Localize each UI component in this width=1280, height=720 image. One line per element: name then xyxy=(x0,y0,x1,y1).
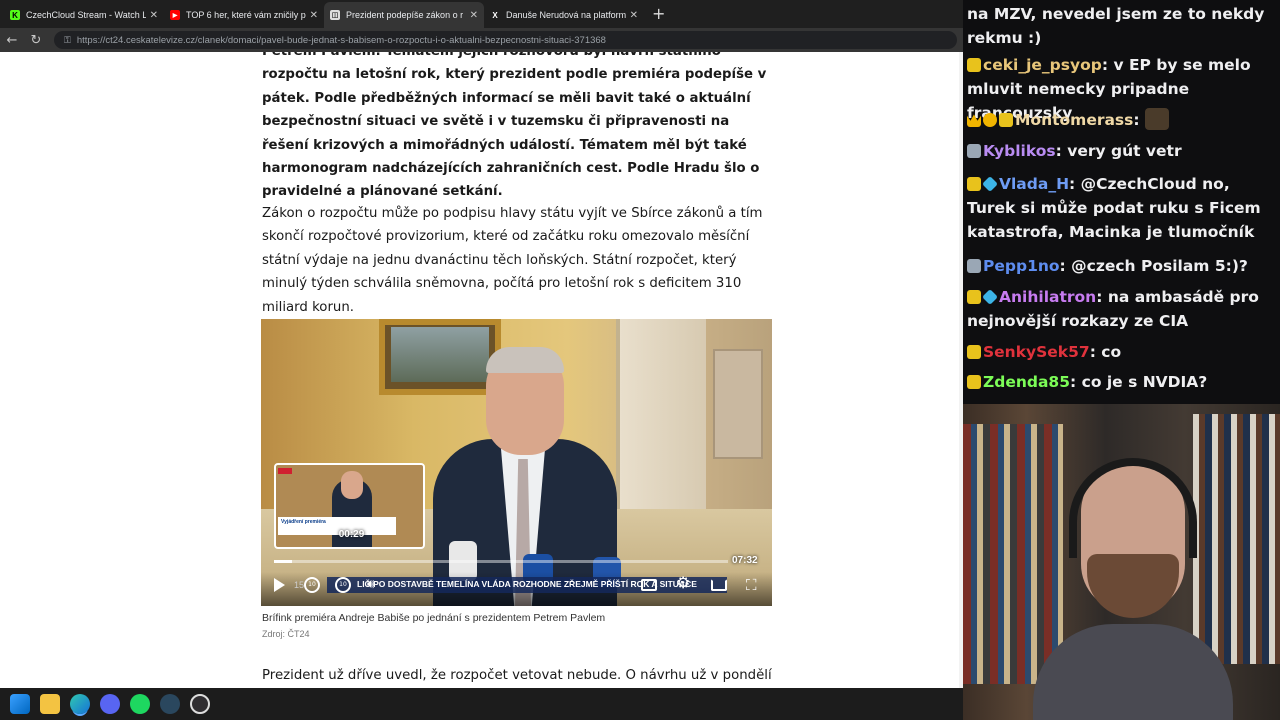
chat-text: co xyxy=(1101,343,1122,361)
tab-title: Prezident podepíše zákon o r xyxy=(346,10,464,20)
progress-fill xyxy=(274,560,292,563)
chat-username[interactable]: Vlada_H xyxy=(999,175,1069,193)
ticker-text: LIČ PO DOSTAVBĚ TEMELÍNA VLÁDA ROZHODNE … xyxy=(357,579,727,589)
tab-title: Danuše Nerudová na platformě X: xyxy=(506,10,626,20)
video-caption: Brífink premiéra Andreje Babiše po jedná… xyxy=(262,612,606,624)
close-tab-icon[interactable]: ✕ xyxy=(470,10,478,21)
rewind-icon[interactable]: 10 xyxy=(304,577,320,593)
volume-icon[interactable]: 🔊︎ xyxy=(367,577,375,593)
chat-message: Zdenda85: co je s NVDIA? xyxy=(967,370,1272,394)
x-icon: X xyxy=(492,10,498,20)
chat-username[interactable]: Anihilatron xyxy=(999,288,1096,306)
subscriber-badge-icon xyxy=(967,345,981,359)
chat-message: na MZV, nevedel jsem ze to nekdy rekmu :… xyxy=(967,2,1272,50)
new-tab-button[interactable]: + xyxy=(644,2,673,28)
close-tab-icon[interactable]: ✕ xyxy=(310,10,318,21)
gem-badge-icon xyxy=(982,289,998,305)
chat-message: Anihilatron: na ambasádě pro nejnovější … xyxy=(967,288,1259,330)
obs-icon[interactable] xyxy=(190,694,210,714)
cast-icon[interactable] xyxy=(711,579,727,591)
windows-start-icon[interactable] xyxy=(10,694,30,714)
subscriber-badge-icon xyxy=(967,58,981,72)
tab-2[interactable]: ◫ Prezident podepíše zákon o r ✕ xyxy=(324,2,484,28)
chat-username[interactable]: Kyblikos xyxy=(983,142,1056,160)
subscriber-badge-icon xyxy=(967,177,981,191)
windows-taskbar xyxy=(0,688,963,720)
subscriber-badge-icon xyxy=(967,290,981,304)
file-explorer-icon[interactable] xyxy=(40,694,60,714)
tab-strip: K CzechCloud Stream - Watch Live o ✕ ▶ T… xyxy=(0,0,963,28)
close-tab-icon[interactable]: ✕ xyxy=(150,10,158,21)
subscriber-badge-icon xyxy=(967,144,981,158)
chat-username[interactable]: Pepp1no xyxy=(983,257,1060,275)
fullscreen-icon[interactable]: ⛶ xyxy=(746,576,757,594)
chat-text: @czech Posilam 5:)? xyxy=(1071,257,1248,275)
settings-gear-icon[interactable]: ⚙ xyxy=(676,574,690,592)
painting-inner xyxy=(391,327,489,382)
chat-message: SenkySek57: co xyxy=(967,340,1272,364)
url-host: https://ct24.ceskatelevize.cz xyxy=(76,34,196,46)
tab-0[interactable]: K CzechCloud Stream - Watch Live o ✕ xyxy=(4,2,164,28)
article-paragraph: Zákon o rozpočtu může po podpisu hlavy s… xyxy=(262,206,763,315)
chat-message: Vlada_H: @CzechCloud no, Turek si může p… xyxy=(967,175,1261,241)
progress-track[interactable] xyxy=(274,560,728,563)
chat-username[interactable]: Montomerass xyxy=(1015,111,1133,129)
chat-text: co je s NVDIA? xyxy=(1081,373,1208,391)
play-icon[interactable] xyxy=(274,578,285,592)
gem-badge-icon xyxy=(982,176,998,192)
preview-time: 00:29 xyxy=(338,529,365,540)
subscriber-badge-icon xyxy=(967,375,981,389)
site-info-icon[interactable]: ⚿ xyxy=(64,35,71,46)
speaker-hair xyxy=(486,347,564,373)
chat-message: Kyblikos: very gút vetr xyxy=(967,139,1272,163)
stream-chat: na MZV, nevedel jsem ze to nekdy rekmu :… xyxy=(963,0,1280,404)
article-paragraph: Prezident už dříve uvedl, že rozpočet ve… xyxy=(262,668,772,683)
browser-window: K CzechCloud Stream - Watch Live o ✕ ▶ T… xyxy=(0,0,963,688)
youtube-icon: ▶ xyxy=(170,10,180,20)
video-source: Zdroj: ČT24 xyxy=(262,629,310,639)
article-page: Petrem Pavlem. Tématem jejich rozhovoru … xyxy=(0,52,963,688)
chat-text: very gút vetr xyxy=(1067,142,1182,160)
close-tab-icon[interactable]: ✕ xyxy=(630,10,638,21)
article-lead: Petrem Pavlem. Tématem jejich rozhovoru … xyxy=(262,52,767,200)
preview-red-tag xyxy=(278,468,292,474)
webcam-feed xyxy=(963,404,1280,720)
kick-icon: K xyxy=(10,10,20,20)
seek-preview-thumbnail: Vyjádření premiéra 00:29 xyxy=(274,463,425,549)
url-field[interactable]: ⚿ https://ct24.ceskatelevize.cz/clanek/d… xyxy=(54,31,957,49)
emote-icon xyxy=(1145,108,1169,130)
chat-message: Montomerass: xyxy=(967,108,1272,132)
tab-3[interactable]: X Danuše Nerudová na platformě X: ✕ xyxy=(484,2,644,28)
address-bar: ← ↻ ⚿ https://ct24.ceskatelevize.cz/clan… xyxy=(0,28,963,52)
chat-text: na MZV, nevedel jsem ze to nekdy rekmu :… xyxy=(967,5,1265,47)
shelf-books xyxy=(963,424,1063,684)
chat-username[interactable]: SenkySek57 xyxy=(983,343,1090,361)
subscriber-badge-icon xyxy=(999,113,1013,127)
crown-badge-icon xyxy=(967,114,981,127)
video-player[interactable]: Vyjádření premiéra 00:29 07:32 LIČ PO DO… xyxy=(261,319,772,606)
forward-icon[interactable]: 10 xyxy=(335,577,351,593)
back-arrow-icon[interactable]: ← xyxy=(0,33,24,48)
tab-title: TOP 6 her, které vám zničily počít xyxy=(186,10,306,20)
discord-icon[interactable] xyxy=(100,694,120,714)
preview-head xyxy=(341,471,363,499)
gold-badge-icon xyxy=(983,113,997,127)
spotify-icon[interactable] xyxy=(130,694,150,714)
tab-title: CzechCloud Stream - Watch Live o xyxy=(26,10,146,20)
wall-plaque xyxy=(713,349,763,459)
subscriber-badge-icon xyxy=(967,259,981,273)
subtitles-icon[interactable] xyxy=(641,579,657,591)
edge-icon[interactable] xyxy=(70,694,90,714)
chat-username[interactable]: Zdenda85 xyxy=(983,373,1070,391)
shelf-books xyxy=(1193,414,1280,664)
chat-message: Pepp1no: @czech Posilam 5:)? xyxy=(967,254,1272,278)
reload-icon[interactable]: ↻ xyxy=(24,33,48,48)
ct24-icon: ◫ xyxy=(330,10,340,20)
url-path: /clanek/domaci/pavel-bude-jednat-s-babis… xyxy=(195,34,606,46)
steam-icon[interactable] xyxy=(160,694,180,714)
tab-1[interactable]: ▶ TOP 6 her, které vám zničily počít ✕ xyxy=(164,2,324,28)
chat-username[interactable]: ceki_je_psyop xyxy=(983,56,1102,74)
current-time-label: 15 xyxy=(294,580,305,590)
duration-label: 07:32 xyxy=(732,555,758,566)
